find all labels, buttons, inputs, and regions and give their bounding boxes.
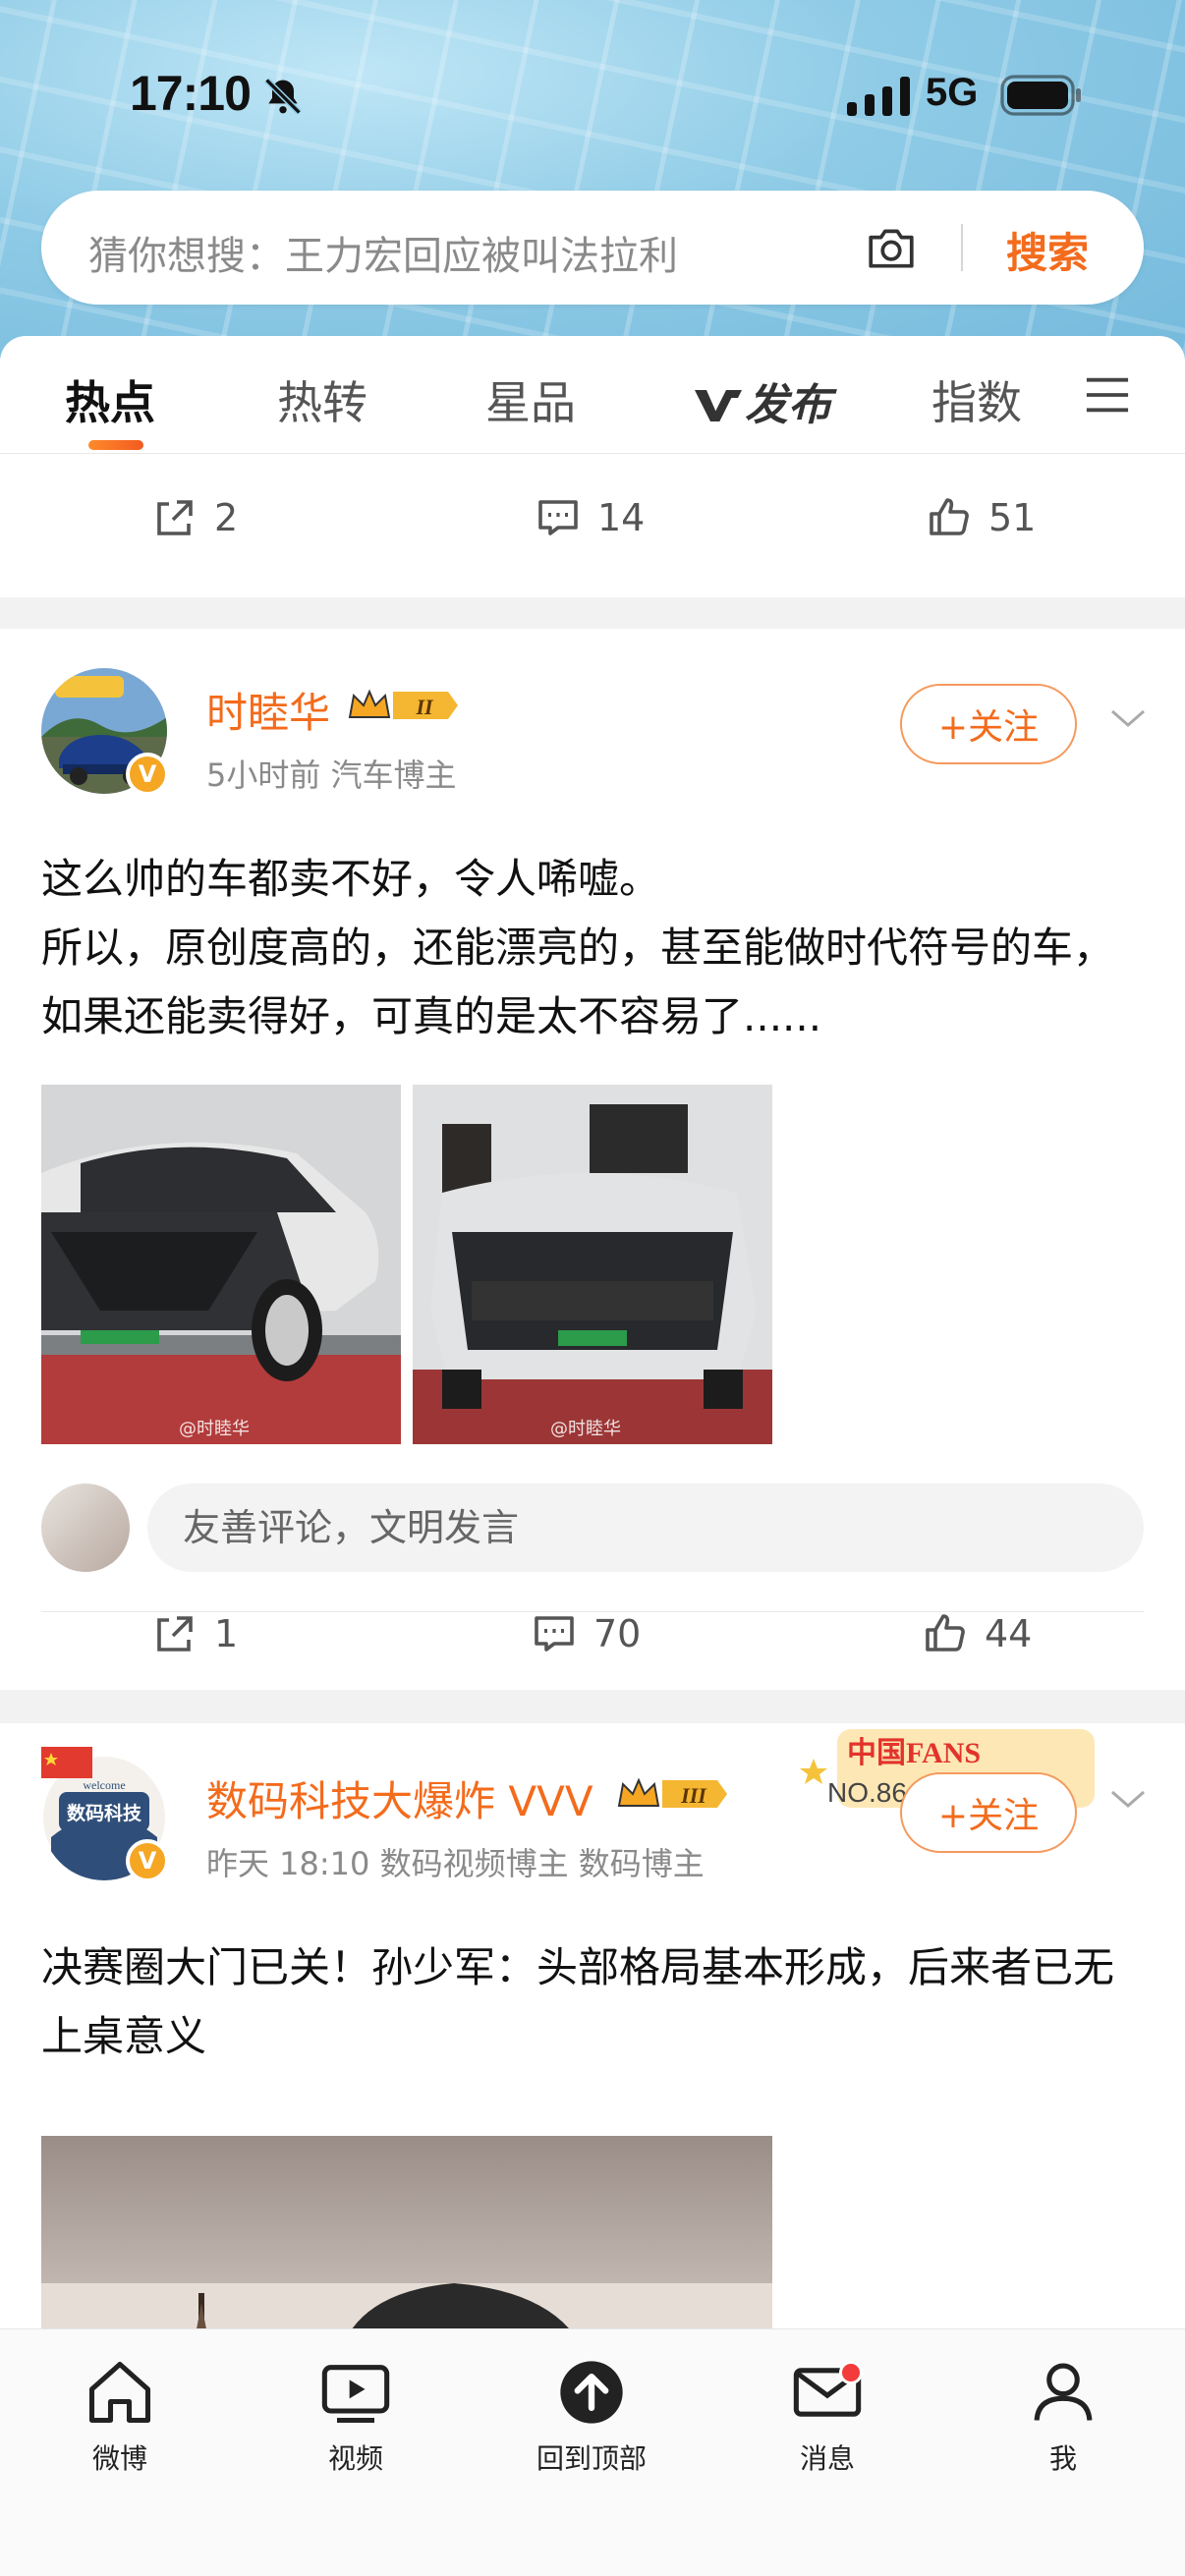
vip-level-text: III [680, 1783, 707, 1808]
my-avatar [41, 1484, 130, 1572]
post-meta: 昨天 18:10 数码视频博主 数码博主 [206, 1845, 705, 1882]
nav-home[interactable]: 微博 [41, 2355, 198, 2477]
camera-icon[interactable] [865, 222, 918, 273]
chevron-down-icon[interactable] [1108, 707, 1148, 731]
menu-icon[interactable] [1085, 375, 1130, 415]
car-photo [41, 1085, 401, 1444]
comment-icon [535, 1616, 574, 1652]
nav-video-label: 视频 [327, 2442, 383, 2475]
vip-level-icon: II [348, 689, 458, 719]
status-time: 17:10 [130, 66, 252, 121]
comment-icon [538, 500, 578, 535]
repost-button[interactable]: 2 [151, 493, 238, 542]
prev-post-card: 2 14 51 [0, 454, 1185, 597]
like-count: 51 [988, 496, 1037, 539]
prev-post-actions: 2 14 51 [0, 464, 1185, 572]
like-button[interactable]: 44 [922, 1609, 1032, 1658]
user-icon [1034, 2363, 1093, 2421]
post-text-line: 所以，原创度高的，还能漂亮的，甚至能做时代符号的车，如果还能卖得好，可真的是太不… [41, 924, 1115, 1040]
tab-active-indicator [88, 440, 143, 450]
arrow-up-circle-icon [560, 2361, 623, 2424]
like-count: 44 [985, 1612, 1033, 1655]
tab-bar: 热点 热转 星品 发布 指数 [0, 336, 1185, 454]
nav-messages[interactable]: 消息 [749, 2355, 906, 2477]
post-text: 这么帅的车都卖不好，令人唏嘘。 所以，原创度高的，还能漂亮的，甚至能做时代符号的… [41, 845, 1152, 1051]
tab-repost[interactable]: 热转 [277, 367, 367, 432]
tab-hot[interactable]: 热点 [65, 367, 155, 432]
follow-button[interactable]: +关注 [900, 1772, 1077, 1853]
post-image[interactable] [41, 2136, 772, 2328]
chevron-down-icon[interactable] [1108, 1788, 1148, 1812]
status-bar: 17:10 5G [0, 0, 1185, 196]
vip-level-text: II [415, 695, 434, 719]
header: 17:10 5G 猜你想搜：王力宏回应被叫法拉利 搜索 [0, 0, 1185, 364]
fans-badge-title: 中国FANS [847, 1737, 981, 1769]
comment-button[interactable]: 70 [531, 1609, 641, 1658]
thumbs-up-icon [926, 1614, 965, 1652]
nav-video[interactable]: 视频 [277, 2355, 434, 2477]
bottom-nav: 微博 视频 回到顶部 消息 我 [0, 2328, 1185, 2576]
post-meta: 5小时前 汽车博主 [206, 756, 457, 794]
post-card: V 时睦华 II 5小时前 汽车博主 +关注 这么帅的车都卖不好，令人唏嘘。 所… [0, 629, 1185, 1690]
username[interactable]: 数码科技大爆炸 VVV [206, 1768, 593, 1828]
network-type: 5G [926, 71, 979, 114]
nav-messages-label: 消息 [799, 2442, 855, 2475]
tab-publish-label: 发布 [745, 380, 831, 430]
tab-index[interactable]: 指数 [931, 367, 1022, 432]
repost-button[interactable]: 1 [151, 1609, 238, 1658]
post-image[interactable]: @时睦华 [413, 1085, 772, 1444]
repost-count: 1 [214, 1612, 239, 1655]
nav-me-label: 我 [1048, 2442, 1077, 2475]
search-input[interactable]: 猜你想搜：王力宏回应被叫法拉利 [88, 224, 678, 281]
unread-dot [839, 2361, 863, 2384]
feed: 2 14 51 V 时睦华 II 5小时前 汽车博主 +关注 这么帅的车都卖不好… [0, 454, 1185, 2328]
post-actions: 1 70 44 [0, 1580, 1185, 1688]
v-logo-icon [695, 390, 742, 421]
share-icon [157, 1616, 193, 1652]
verified-badge: V [126, 753, 169, 796]
post-image[interactable]: @时睦华 [41, 1085, 401, 1444]
person-photo [41, 2136, 772, 2328]
watermark: @时睦华 [179, 1419, 250, 1439]
search-divider [961, 224, 963, 271]
home-icon [88, 2361, 151, 2424]
comment-count: 14 [597, 496, 646, 539]
post-card: welcome 数码科技 V 数码科技大爆炸 VVV III 昨天 18:10 … [0, 1723, 1185, 2328]
repost-count: 2 [214, 496, 239, 539]
signal-icon [847, 77, 910, 116]
tab-publish[interactable]: 发布 [692, 369, 831, 432]
search-bar[interactable]: 猜你想搜：王力宏回应被叫法拉利 搜索 [41, 191, 1144, 305]
comment-input[interactable]: 友善评论，文明发言 [147, 1484, 1144, 1572]
verified-badge: V [126, 1839, 169, 1882]
post-text: 决赛圈大门已关！孙少军：头部格局基本形成，后来者已无上桌意义 [41, 1943, 1115, 2060]
username[interactable]: 时睦华 [206, 680, 330, 740]
comment-count: 70 [593, 1612, 642, 1655]
car-photo [413, 1085, 772, 1444]
watermark: @时睦华 [550, 1419, 621, 1439]
vip-level-icon: III [617, 1777, 727, 1808]
china-flag-icon [41, 1747, 92, 1778]
nav-me[interactable]: 我 [985, 2355, 1142, 2477]
search-button[interactable]: 搜索 [1006, 220, 1089, 280]
bell-off-icon [264, 78, 302, 115]
follow-button[interactable]: +关注 [900, 684, 1077, 764]
nav-home-label: 微博 [91, 2442, 147, 2475]
battery-icon [1000, 75, 1081, 116]
like-button[interactable]: 51 [926, 493, 1036, 542]
avatar-text: 数码科技 [67, 1802, 142, 1824]
tab-star[interactable]: 星品 [485, 367, 576, 432]
share-icon [157, 500, 193, 535]
nav-back-to-top[interactable]: 回到顶部 [513, 2355, 670, 2477]
thumbs-up-icon [930, 498, 969, 535]
comment-button[interactable]: 14 [535, 493, 645, 542]
post-text-line: 这么帅的车都卖不好，令人唏嘘。 [41, 855, 661, 903]
video-icon [321, 2365, 390, 2424]
fans-badge-number: NO.86 [827, 1777, 907, 1808]
nav-back-to-top-label: 回到顶部 [536, 2442, 647, 2475]
